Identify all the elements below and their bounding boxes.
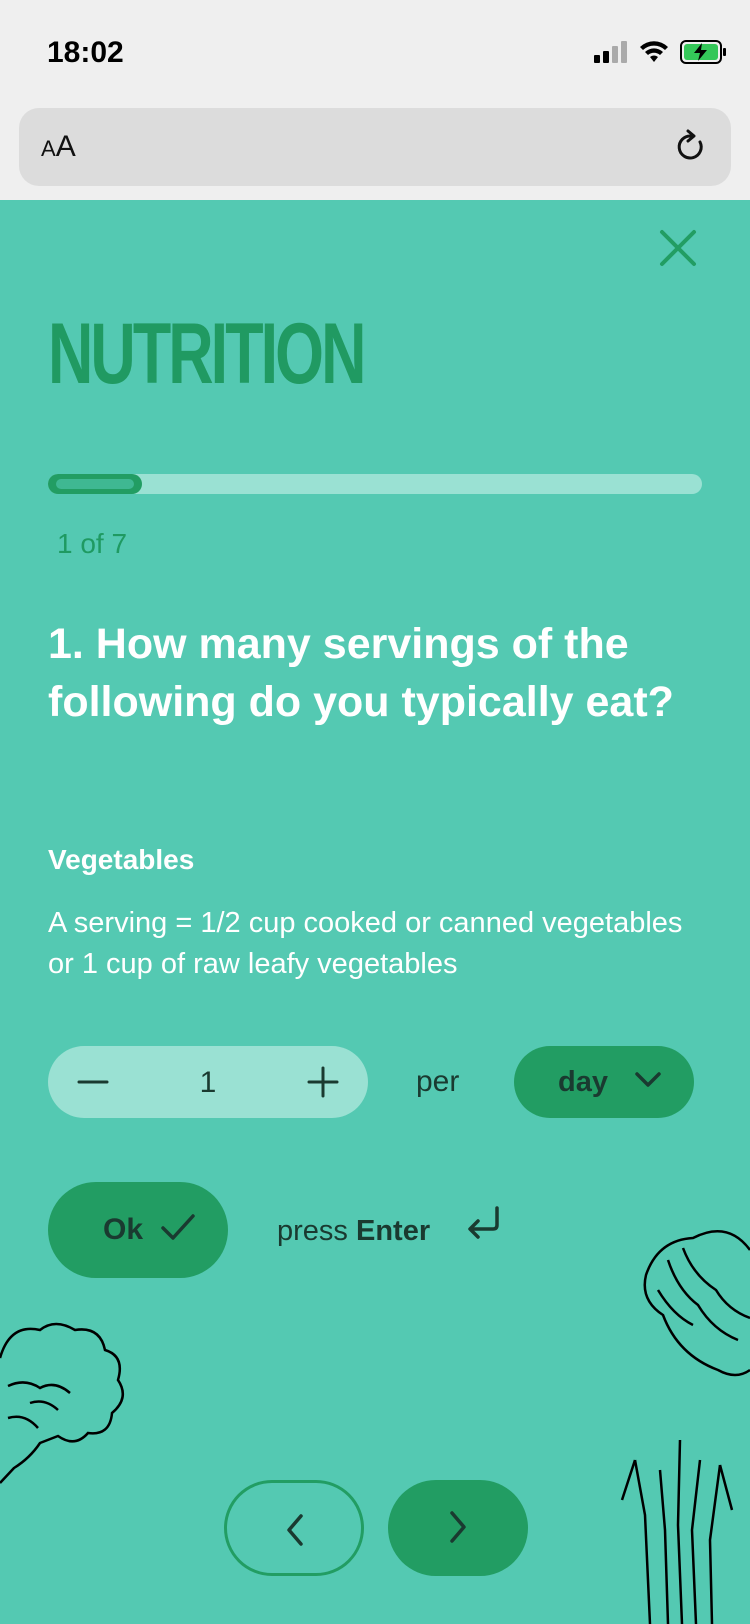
check-icon <box>161 1214 195 1240</box>
chevron-right-icon <box>450 1511 466 1543</box>
step-counter: 1 of 7 <box>57 528 128 559</box>
text-size-large: A <box>55 130 76 163</box>
close-icon[interactable] <box>658 228 698 268</box>
hint-key: Enter <box>355 1215 431 1247</box>
cabbage-illustration <box>643 1230 750 1377</box>
question-text: 1. How many servings of the following do… <box>48 620 674 726</box>
period-select[interactable]: day <box>514 1046 694 1118</box>
battery-charging-icon <box>680 40 726 64</box>
text-size-button[interactable]: AA <box>41 130 76 164</box>
plus-icon[interactable] <box>306 1065 340 1099</box>
leek-illustration <box>620 1440 734 1624</box>
text-size-small: A <box>41 136 56 161</box>
reload-icon[interactable] <box>673 128 709 166</box>
section-title: NUTRITION <box>48 306 366 402</box>
previous-button[interactable] <box>224 1480 364 1576</box>
quantity-stepper: 1 <box>48 1046 368 1118</box>
next-button[interactable] <box>388 1480 528 1576</box>
per-label: per <box>416 1065 460 1098</box>
address-bar[interactable]: AA <box>19 108 731 186</box>
signal-icon <box>594 41 627 63</box>
browser-chrome: 18:02 AA <box>0 0 750 200</box>
period-selected-value: day <box>558 1066 608 1098</box>
status-icons <box>594 40 728 64</box>
item-description: A serving = 1/2 cup cooked or canned veg… <box>48 907 683 980</box>
enter-key-icon <box>468 1206 499 1239</box>
chevron-down-icon <box>635 1072 661 1087</box>
status-time: 18:02 <box>47 36 124 69</box>
wifi-icon <box>640 41 668 62</box>
progress-fill <box>48 474 142 494</box>
enter-hint: press Enter <box>277 1215 430 1248</box>
ok-button-label: Ok <box>103 1213 144 1246</box>
ok-button[interactable]: Ok <box>48 1182 228 1278</box>
hint-prefix: press <box>277 1215 348 1247</box>
broccoli-illustration <box>0 1322 125 1484</box>
chevron-left-icon <box>287 1514 303 1546</box>
item-name: Vegetables <box>48 844 195 875</box>
progress-bar <box>48 474 702 494</box>
